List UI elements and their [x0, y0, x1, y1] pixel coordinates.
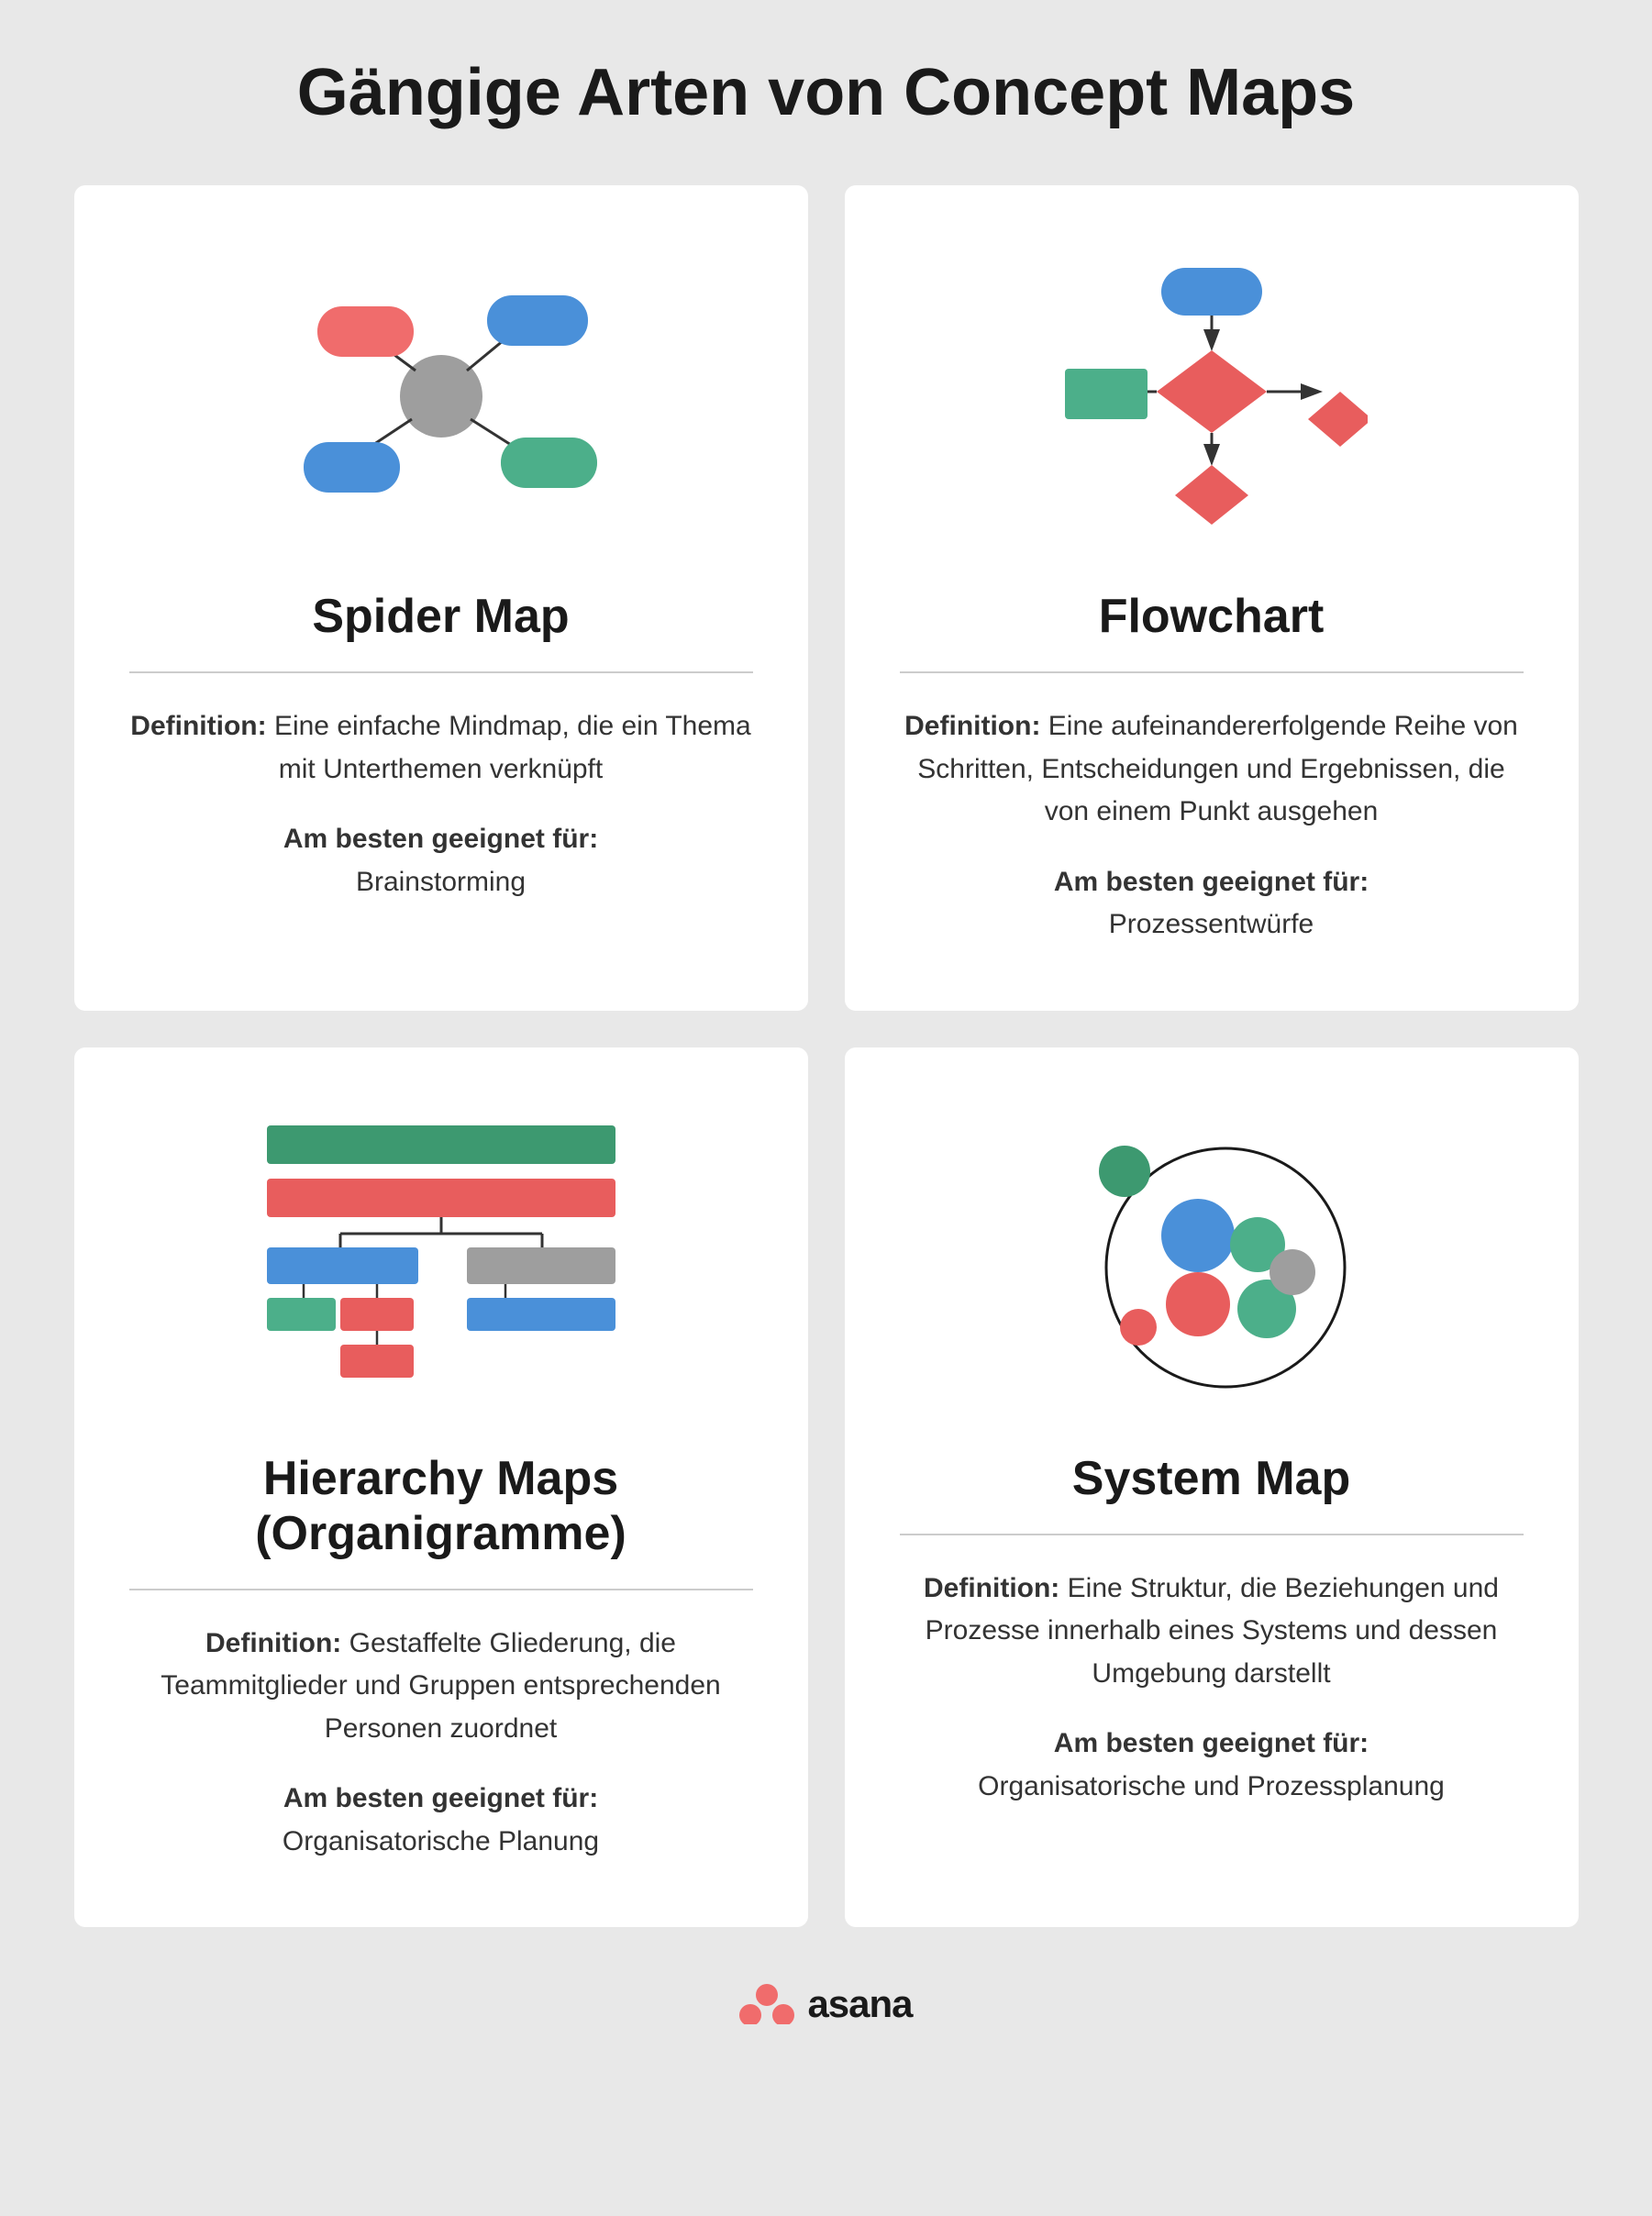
- system-map-title: System Map: [1072, 1451, 1350, 1506]
- spider-map-title: Spider Map: [312, 589, 569, 644]
- spider-map-card: Spider Map Definition: Eine einfache Min…: [74, 185, 808, 1011]
- page-title: Gängige Arten von Concept Maps: [297, 55, 1355, 130]
- hierarchy-maps-card: Hierarchy Maps(Organigramme) Definition:…: [74, 1047, 808, 1928]
- system-map-best: Am besten geeignet für: Organisatorische…: [978, 1723, 1445, 1808]
- spider-map-definition: Definition: Eine einfache Mindmap, die e…: [129, 705, 753, 791]
- system-map-definition: Definition: Eine Struktur, die Beziehung…: [900, 1568, 1524, 1696]
- hierarchy-maps-definition: Definition: Gestaffelte Gliederung, die …: [129, 1623, 753, 1751]
- system-map-divider: [900, 1534, 1524, 1535]
- hierarchy-maps-best-text: Organisatorische Planung: [283, 1826, 599, 1856]
- flowchart-best-text: Prozessentwürfe: [1109, 909, 1314, 939]
- hierarchy-maps-divider: [129, 1589, 753, 1590]
- flowchart-definition: Definition: Eine aufeinander­erfolgende …: [900, 705, 1524, 834]
- hierarchy-svg: [249, 1116, 634, 1401]
- system-map-card: System Map Definition: Eine Struktur, di…: [845, 1047, 1579, 1928]
- spider-map-svg: [267, 259, 615, 534]
- system-map-best-text: Organisatorische und Prozessplanung: [978, 1771, 1445, 1801]
- system-map-svg: [1056, 1116, 1368, 1401]
- flowchart-best: Am besten geeignet für: Prozessentwürfe: [1054, 861, 1369, 947]
- flowchart-divider: [900, 671, 1524, 673]
- flowchart-svg: [1056, 259, 1368, 534]
- flowchart-card: Flowchart Definition: Eine aufeinander­e…: [845, 185, 1579, 1011]
- spider-map-best-text: Brainstorming: [356, 867, 526, 897]
- spider-map-illustration: [129, 240, 753, 552]
- hierarchy-maps-title: Hierarchy Maps(Organigramme): [255, 1451, 626, 1561]
- system-map-illustration: [900, 1102, 1524, 1414]
- asana-logo: asana: [739, 1982, 912, 2026]
- asana-logo-text: asana: [807, 1982, 912, 2026]
- spider-map-definition-text: Eine einfache Mindmap, die ein Thema mit…: [274, 711, 751, 784]
- spider-map-best: Am besten geeignet für: Brainstorming: [283, 818, 598, 903]
- spider-map-divider: [129, 671, 753, 673]
- hierarchy-maps-illustration: [129, 1102, 753, 1414]
- flowchart-illustration: [900, 240, 1524, 552]
- asana-icon: [739, 1984, 794, 2024]
- footer: asana: [739, 1982, 912, 2026]
- cards-grid: Spider Map Definition: Eine einfache Min…: [74, 185, 1579, 1927]
- hierarchy-maps-best: Am besten geeignet für: Organisatorische…: [283, 1778, 599, 1863]
- flowchart-title: Flowchart: [1099, 589, 1325, 644]
